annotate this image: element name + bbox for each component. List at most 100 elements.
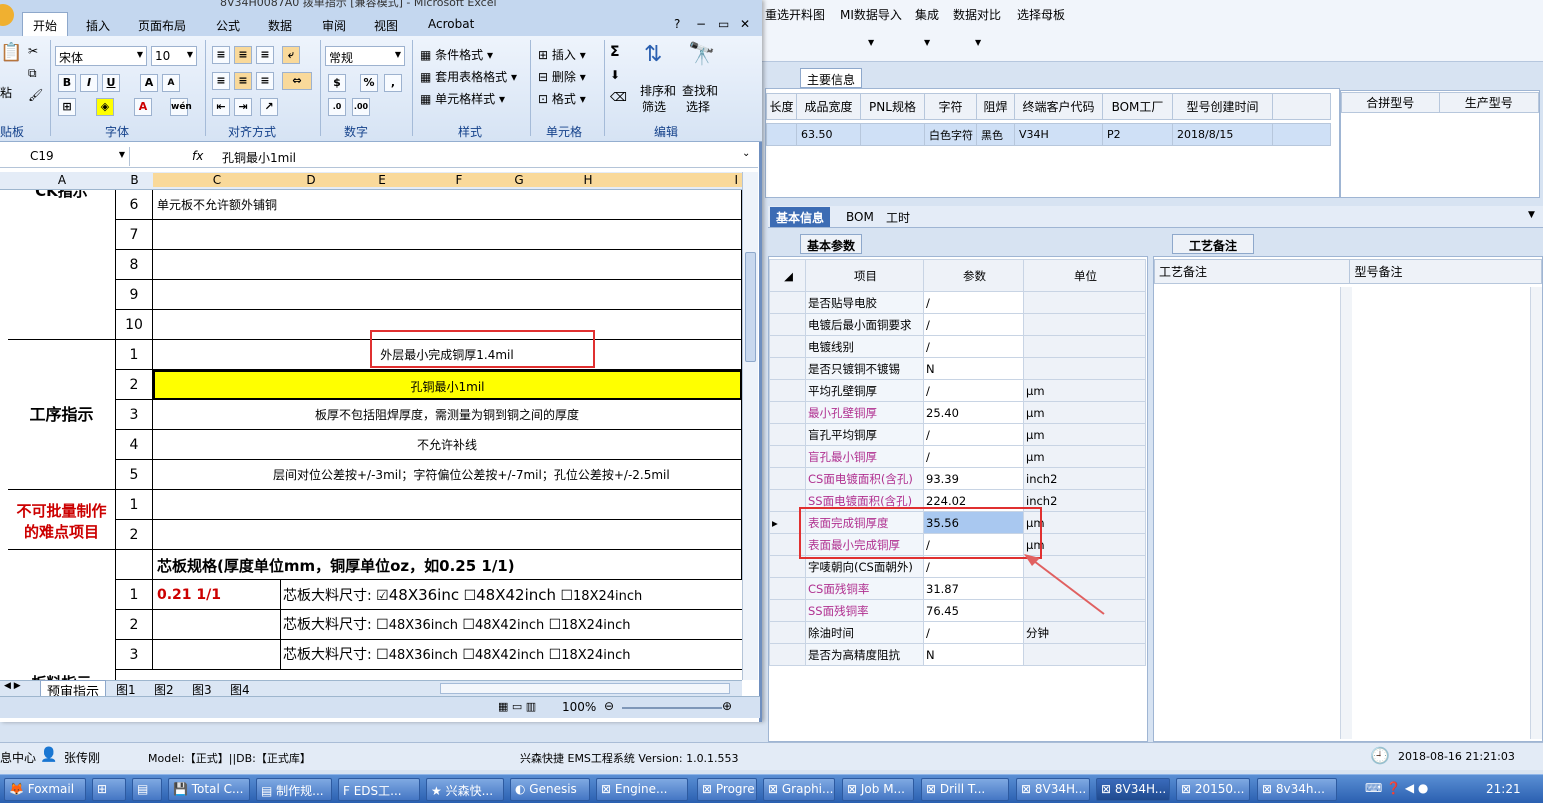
col-pnl[interactable]: PNL规格 [860, 93, 925, 120]
param-row[interactable]: 是否只镀铜不镀锡 N [769, 357, 1146, 380]
row-number[interactable]: 6 [116, 190, 153, 220]
chevron-down-icon[interactable]: ▼ [975, 38, 981, 47]
col-customer[interactable]: 终端客户代码 [1014, 93, 1103, 120]
chevron-down-icon[interactable]: ▼ [924, 38, 930, 47]
status-msg-center[interactable]: 息中心 [0, 749, 36, 766]
checkbox-icon[interactable]: ☐ [549, 647, 562, 663]
col-craft-note[interactable]: 工艺备注 [1153, 259, 1351, 284]
col-header-b[interactable]: B [116, 173, 153, 187]
delete-cells-button[interactable]: ⊟ 删除 ▾ [538, 68, 586, 85]
col-model-note[interactable]: 型号备注 [1349, 259, 1542, 284]
param-value[interactable]: / [923, 313, 1024, 336]
row-number[interactable]: 2 [116, 520, 153, 550]
param-row[interactable]: 电镀线别 / [769, 335, 1146, 358]
zoom-slider[interactable] [622, 707, 722, 709]
sort-filter-label2[interactable]: 筛选 [642, 98, 666, 115]
instruction-cell[interactable] [153, 220, 742, 250]
core-size-cell[interactable]: 芯板大料尺寸: ☑48X36inc ☐48X42inch ☐18X24inch [281, 580, 742, 610]
menu-data-compare[interactable]: 数据对比 [953, 6, 1001, 23]
core-spec[interactable]: 0.21 1/1 [153, 580, 281, 610]
taskbar-button[interactable]: 💾 Total C... [168, 778, 250, 801]
tab-acrobat[interactable]: Acrobat [428, 17, 474, 31]
minimize-icon[interactable]: − [696, 17, 706, 31]
checkbox-icon[interactable]: ☐ [464, 588, 477, 604]
align-middle-button[interactable]: ≡ [234, 46, 252, 64]
row-number[interactable]: 4 [116, 430, 153, 460]
sort-filter-label[interactable]: 排序和 [640, 82, 676, 99]
tab-formula[interactable]: 公式 [216, 17, 240, 34]
row-number[interactable]: 5 [116, 460, 153, 490]
tab-bom[interactable]: BOM [846, 210, 874, 224]
format-cells-button[interactable]: ⊡ 格式 ▾ [538, 90, 586, 107]
core-size-cell[interactable]: 芯板大料尺寸: ☐48X36inch ☐48X42inch ☐18X24inch [281, 610, 742, 640]
formula-input[interactable]: 孔铜最小1mil [222, 149, 296, 166]
col-header-d[interactable]: D [281, 173, 341, 187]
col-length[interactable]: 长度 [766, 93, 797, 120]
core-spec[interactable] [153, 640, 281, 670]
taskbar-button[interactable]: 🦊 Foxmail [4, 778, 86, 801]
fx-icon[interactable]: fx [192, 149, 203, 163]
fill-icon[interactable]: ⬇ [610, 68, 620, 82]
name-box[interactable]: C19 ▼ [0, 147, 130, 166]
instruction-cell[interactable]: 孔铜最小1mil [153, 370, 742, 400]
bold-button[interactable]: B [58, 74, 76, 92]
clear-icon[interactable]: ⌫ [610, 90, 627, 104]
tab-main-info[interactable]: 主要信息 [800, 68, 863, 88]
param-row[interactable]: CS面电镀面积(含孔) 93.39 inch2 [769, 467, 1146, 490]
decrease-font-button[interactable]: A [162, 74, 180, 92]
col-production-model[interactable]: 生产型号 [1438, 92, 1539, 113]
orientation-button[interactable]: ↗ [260, 98, 278, 116]
taskbar-button[interactable]: ⊠ Drill T... [921, 778, 1009, 801]
taskbar-button[interactable]: ⊠ 8v34h... [1257, 778, 1337, 801]
tab-craft-notes[interactable]: 工艺备注 [1172, 234, 1254, 254]
col-header-e[interactable]: E [341, 173, 423, 187]
find-select-label[interactable]: 查找和 [682, 82, 718, 99]
param-value[interactable]: / [923, 335, 1024, 358]
taskbar-button[interactable]: ⊠ Job M... [842, 778, 914, 801]
param-value[interactable]: / [923, 291, 1024, 314]
col-width[interactable]: 成品宽度 [796, 93, 861, 120]
tab-basic-info[interactable]: 基本信息 [770, 207, 831, 227]
checkbox-icon[interactable]: ☐ [462, 647, 475, 663]
col-header-i[interactable]: I [633, 173, 742, 187]
param-value[interactable]: 76.45 [923, 599, 1024, 622]
instruction-cell[interactable] [153, 250, 742, 280]
cut-icon[interactable]: ✂ [28, 44, 38, 58]
merge-center-button[interactable]: ⇔ [282, 72, 312, 90]
taskbar-button[interactable]: ⊠ 8V34H... [1016, 778, 1090, 801]
row-number[interactable]: 2 [116, 610, 153, 640]
format-painter-icon[interactable]: 🖌 [28, 88, 43, 102]
chevron-down-icon[interactable]: ▼ [1528, 210, 1535, 220]
taskbar-button[interactable]: ★ 兴森快... [426, 778, 504, 801]
core-size-cell[interactable]: 芯板大料尺寸: ☐48X36inch ☐48X42inch ☐18X24inch [281, 640, 742, 670]
instruction-cell[interactable] [153, 490, 742, 520]
paste-icon[interactable]: 📋 [0, 42, 22, 63]
tab-work-hours[interactable]: 工时 [886, 209, 910, 226]
help-icon[interactable]: ? [674, 17, 680, 31]
close-icon[interactable]: ✕ [740, 17, 750, 31]
vertical-scrollbar[interactable] [742, 172, 758, 680]
col-unit[interactable]: 单位 [1023, 259, 1146, 292]
tab-insert[interactable]: 插入 [86, 17, 110, 34]
menu-mi-import[interactable]: MI数据导入 [840, 6, 902, 23]
param-row[interactable]: 是否贴导电胶 / [769, 291, 1146, 314]
table-format-button[interactable]: ▦ 套用表格格式 ▾ [420, 68, 517, 85]
row-number[interactable]: 3 [116, 400, 153, 430]
insert-cells-button[interactable]: ⊞ 插入 ▾ [538, 46, 586, 63]
instruction-cell[interactable]: 板厚不包括阻焊厚度，需测量为铜到铜之间的厚度 [153, 400, 742, 430]
core-spec[interactable] [153, 610, 281, 640]
param-value[interactable]: / [923, 379, 1024, 402]
param-value[interactable]: / [923, 445, 1024, 468]
checkbox-icon[interactable]: ☐ [549, 617, 562, 633]
row-number[interactable]: 7 [116, 220, 153, 250]
restore-icon[interactable]: ▭ [718, 17, 729, 31]
fill-color-button[interactable]: ◈ [96, 98, 114, 116]
model-scrollbar[interactable] [1530, 287, 1542, 739]
taskbar-button[interactable]: ▤ 制作规... [256, 778, 332, 801]
horizontal-scrollbar[interactable] [440, 683, 730, 694]
decrease-indent-button[interactable]: ⇤ [212, 98, 230, 116]
autosum-icon[interactable]: Σ [610, 44, 620, 60]
col-header-a[interactable]: A [8, 173, 116, 187]
tray-icons[interactable]: ⌨ ❓ ◀ ● [1365, 781, 1428, 795]
instruction-cell[interactable]: 不允许补线 [153, 430, 742, 460]
